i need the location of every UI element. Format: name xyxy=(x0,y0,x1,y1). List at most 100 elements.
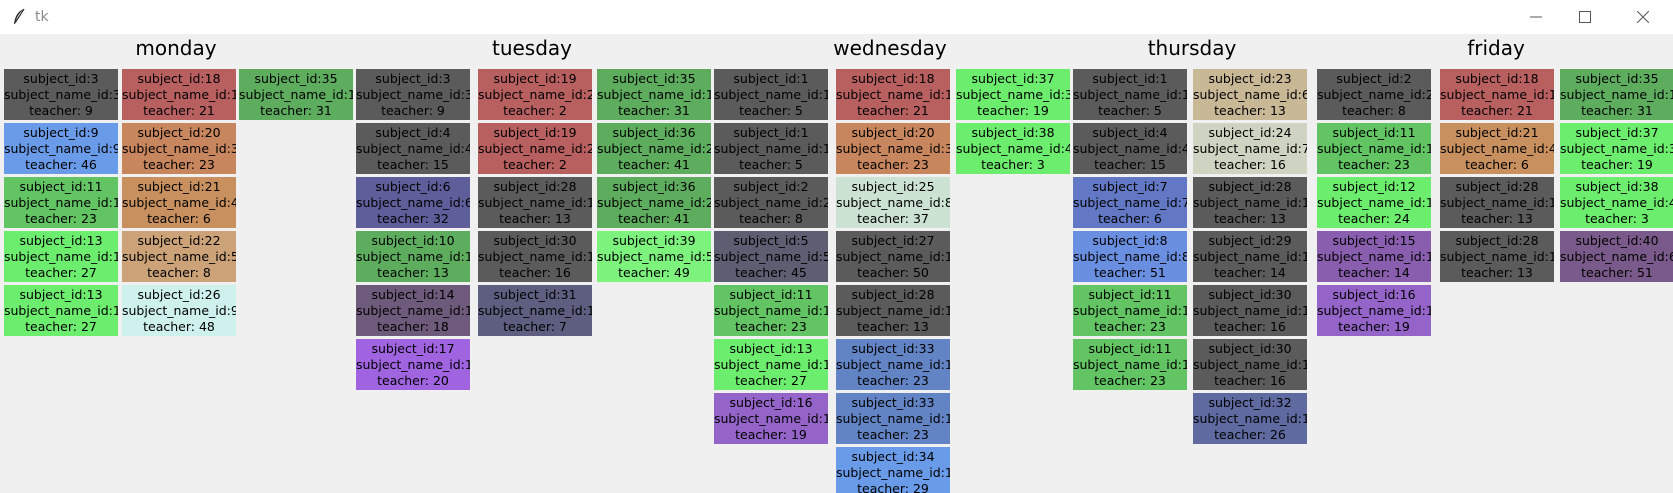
lesson-subject-id: subject_id:21 xyxy=(137,179,221,194)
lesson-subject-id: subject_id:4 xyxy=(1092,125,1168,140)
lesson-subject-name: subject_name_id:4 xyxy=(1440,141,1554,156)
day-header-tuesday: tuesday xyxy=(491,36,573,60)
lesson-card[interactable]: subject_id:12 subject_name_id:12 teacher: … xyxy=(1317,177,1431,228)
lesson-card[interactable]: subject_id:35 subject_name_id:1 teacher: 3… xyxy=(1560,69,1673,120)
lesson-subject-id: subject_id:14 xyxy=(371,287,455,302)
lesson-card[interactable]: subject_id:38 subject_name_id:4 teacher: 3 xyxy=(956,123,1070,174)
lesson-card[interactable]: subject_id:30 subject_name_id:13 teacher: … xyxy=(1193,285,1307,336)
lesson-subject-name: subject_name_id:13 xyxy=(4,249,118,264)
lesson-card[interactable]: subject_id:13 subject_name_id:13 teacher: … xyxy=(4,231,118,282)
lesson-card[interactable]: subject_id:18 subject_name_id:1 teacher: 2… xyxy=(1440,69,1554,120)
lesson-subject-id: subject_id:11 xyxy=(19,179,103,194)
lesson-card[interactable]: subject_id:8 subject_name_id:8 teacher: 51 xyxy=(1073,231,1187,282)
lesson-subject-id: subject_id:3 xyxy=(375,71,451,86)
lesson-card[interactable]: subject_id:28 subject_name_id:11 teacher: … xyxy=(1193,177,1307,228)
lesson-card[interactable]: subject_id:11 subject_name_id:11 teacher: … xyxy=(4,177,118,228)
lesson-card[interactable]: subject_id:28 subject_name_id:11 teacher: … xyxy=(478,177,592,228)
lesson-card[interactable]: subject_id:20 subject_name_id:3 teacher: 2… xyxy=(122,123,236,174)
lesson-card[interactable]: subject_id:11 subject_name_id:11 teacher: … xyxy=(1317,123,1431,174)
lesson-subject-name: subject_name_id:2 xyxy=(1317,87,1431,102)
lesson-card[interactable]: subject_id:17 subject_name_id:17 teacher: … xyxy=(356,339,470,390)
lesson-card[interactable]: subject_id:39 subject_name_id:5 teacher: 4… xyxy=(597,231,711,282)
lesson-card[interactable]: subject_id:2 subject_name_id:2 teacher: 8 xyxy=(714,177,828,228)
lesson-subject-name: subject_name_id:4 xyxy=(956,141,1070,156)
lesson-card[interactable]: subject_id:6 subject_name_id:6 teacher: 32 xyxy=(356,177,470,228)
lesson-subject-id: subject_id:12 xyxy=(1332,179,1416,194)
lesson-subject-id: subject_id:16 xyxy=(729,395,813,410)
lesson-card[interactable]: subject_id:13 subject_name_id:13 teacher: … xyxy=(4,285,118,336)
lesson-card[interactable]: subject_id:32 subject_name_id:15 teacher: … xyxy=(1193,393,1307,444)
lesson-card[interactable]: subject_id:2 subject_name_id:2 teacher: 8 xyxy=(1317,69,1431,120)
lesson-card[interactable]: subject_id:1 subject_name_id:1 teacher: 5 xyxy=(714,69,828,120)
lesson-card[interactable]: subject_id:23 subject_name_id:6 teacher: 1… xyxy=(1193,69,1307,120)
lesson-card[interactable]: subject_id:33 subject_name_id:16 teacher: … xyxy=(836,393,950,444)
lesson-card[interactable]: subject_id:21 subject_name_id:4 teacher: 6 xyxy=(122,177,236,228)
lesson-card[interactable]: subject_id:25 subject_name_id:8 teacher: 3… xyxy=(836,177,950,228)
lesson-card[interactable]: subject_id:3 subject_name_id:3 teacher: 9 xyxy=(4,69,118,120)
lesson-card[interactable]: subject_id:1 subject_name_id:1 teacher: 5 xyxy=(1073,69,1187,120)
lesson-card[interactable]: subject_id:33 subject_name_id:16 teacher: … xyxy=(836,339,950,390)
lesson-card[interactable]: subject_id:24 subject_name_id:7 teacher: 1… xyxy=(1193,123,1307,174)
lesson-card[interactable]: subject_id:27 subject_name_id:10 teacher: … xyxy=(836,231,950,282)
lesson-card[interactable]: subject_id:35 subject_name_id:1 teacher: 3… xyxy=(597,69,711,120)
lesson-teacher: teacher: 19 xyxy=(977,103,1049,118)
lesson-card[interactable]: subject_id:5 subject_name_id:5 teacher: 45 xyxy=(714,231,828,282)
lesson-card[interactable]: subject_id:30 subject_name_id:13 teacher: … xyxy=(478,231,592,282)
lesson-teacher: teacher: 41 xyxy=(618,157,690,172)
lesson-subject-id: subject_id:32 xyxy=(1208,395,1292,410)
lesson-card[interactable]: subject_id:16 subject_name_id:16 teacher: … xyxy=(714,393,828,444)
lesson-card[interactable]: subject_id:37 subject_name_id:3 teacher: 1… xyxy=(1560,123,1673,174)
lesson-card[interactable]: subject_id:11 subject_name_id:11 teacher: … xyxy=(1073,339,1187,390)
lesson-card[interactable]: subject_id:13 subject_name_id:13 teacher: … xyxy=(714,339,828,390)
lesson-subject-id: subject_id:17 xyxy=(371,341,455,356)
lesson-card[interactable]: subject_id:11 subject_name_id:11 teacher: … xyxy=(714,285,828,336)
lesson-card[interactable]: subject_id:36 subject_name_id:2 teacher: 4… xyxy=(597,123,711,174)
day-header-wednesday: wednesday xyxy=(833,36,947,60)
lesson-card[interactable]: subject_id:36 subject_name_id:2 teacher: 4… xyxy=(597,177,711,228)
lesson-card[interactable]: subject_id:31 subject_name_id:14 teacher: … xyxy=(478,285,592,336)
lesson-teacher: teacher: 20 xyxy=(377,373,449,388)
close-button[interactable] xyxy=(1614,0,1672,34)
lesson-teacher: teacher: 16 xyxy=(1214,373,1286,388)
lesson-teacher: teacher: 29 xyxy=(857,481,929,493)
lesson-card[interactable]: subject_id:22 subject_name_id:5 teacher: 8 xyxy=(122,231,236,282)
lesson-teacher: teacher: 9 xyxy=(381,103,445,118)
lesson-card[interactable]: subject_id:37 subject_name_id:3 teacher: 1… xyxy=(956,69,1070,120)
lesson-card[interactable]: subject_id:11 subject_name_id:11 teacher: … xyxy=(1073,285,1187,336)
lesson-card[interactable]: subject_id:29 subject_name_id:12 teacher: … xyxy=(1193,231,1307,282)
lesson-card[interactable]: subject_id:18 subject_name_id:1 teacher: 2… xyxy=(122,69,236,120)
lesson-card[interactable]: subject_id:14 subject_name_id:14 teacher: … xyxy=(356,285,470,336)
lesson-card[interactable]: subject_id:7 subject_name_id:7 teacher: 6 xyxy=(1073,177,1187,228)
lesson-card[interactable]: subject_id:35 subject_name_id:1 teacher: 3… xyxy=(239,69,353,120)
lesson-subject-name: subject_name_id:11 xyxy=(714,303,828,318)
lesson-card[interactable]: subject_id:1 subject_name_id:1 teacher: 5 xyxy=(714,123,828,174)
lesson-card[interactable]: subject_id:19 subject_name_id:2 teacher: 2 xyxy=(478,69,592,120)
lesson-card[interactable]: subject_id:10 subject_name_id:10 teacher: … xyxy=(356,231,470,282)
lesson-card[interactable]: subject_id:26 subject_name_id:9 teacher: 4… xyxy=(122,285,236,336)
lesson-subject-id: subject_id:19 xyxy=(493,125,577,140)
lesson-card[interactable]: subject_id:19 subject_name_id:2 teacher: 2 xyxy=(478,123,592,174)
lesson-subject-name: subject_name_id:1 xyxy=(1440,87,1554,102)
lesson-card[interactable]: subject_id:28 subject_name_id:11 teacher: … xyxy=(836,285,950,336)
lesson-subject-name: subject_name_id:5 xyxy=(597,249,711,264)
lesson-subject-id: subject_id:2 xyxy=(1336,71,1412,86)
lesson-card[interactable]: subject_id:4 subject_name_id:4 teacher: 15 xyxy=(356,123,470,174)
lesson-subject-name: subject_name_id:13 xyxy=(1193,303,1307,318)
lesson-card[interactable]: subject_id:38 subject_name_id:4 teacher: 3 xyxy=(1560,177,1673,228)
lesson-card[interactable]: subject_id:4 subject_name_id:4 teacher: 15 xyxy=(1073,123,1187,174)
lesson-card[interactable]: subject_id:3 subject_name_id:3 teacher: 9 xyxy=(356,69,470,120)
lesson-card[interactable]: subject_id:15 subject_name_id:15 teacher: … xyxy=(1317,231,1431,282)
lesson-subject-id: subject_id:8 xyxy=(1092,233,1168,248)
lesson-card[interactable]: subject_id:30 subject_name_id:13 teacher: … xyxy=(1193,339,1307,390)
lesson-card[interactable]: subject_id:9 subject_name_id:9 teacher: 46 xyxy=(4,123,118,174)
lesson-card[interactable]: subject_id:28 subject_name_id:11 teacher: … xyxy=(1440,231,1554,282)
lesson-card[interactable]: subject_id:40 subject_name_id:6 teacher: 5… xyxy=(1560,231,1673,282)
lesson-card[interactable]: subject_id:34 subject_name_id:17 teacher: … xyxy=(836,447,950,493)
maximize-button[interactable] xyxy=(1556,0,1614,34)
lesson-teacher: teacher: 51 xyxy=(1094,265,1166,280)
lesson-card[interactable]: subject_id:16 subject_name_id:16 teacher: … xyxy=(1317,285,1431,336)
lesson-card[interactable]: subject_id:20 subject_name_id:3 teacher: 2… xyxy=(836,123,950,174)
lesson-card[interactable]: subject_id:21 subject_name_id:4 teacher: 6 xyxy=(1440,123,1554,174)
lesson-card[interactable]: subject_id:28 subject_name_id:11 teacher: … xyxy=(1440,177,1554,228)
lesson-card[interactable]: subject_id:18 subject_name_id:1 teacher: 2… xyxy=(836,69,950,120)
